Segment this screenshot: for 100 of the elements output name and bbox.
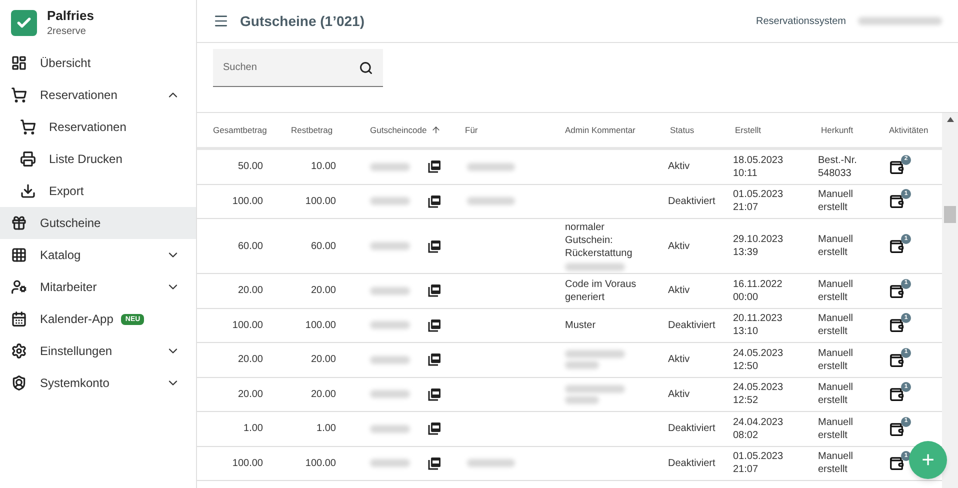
search-icon[interactable]: [359, 61, 373, 75]
app-name: Palfries: [47, 8, 94, 24]
sidebar-item-label: Gutscheine: [40, 215, 101, 232]
column-header[interactable]: Für: [465, 124, 478, 136]
blurred-text: [370, 356, 410, 364]
blurred-text: [467, 162, 515, 171]
table-cell-text: 18.05.2023 10:11: [732, 154, 784, 180]
wallet-icon[interactable]: [889, 160, 904, 175]
blurred-text: [370, 424, 410, 433]
table-cell-text: 50.00: [236, 160, 264, 174]
table-cell-text: Code im Voraus generiert: [565, 278, 638, 304]
column-header[interactable]: Status: [670, 124, 694, 136]
table-cell-text: Deaktiviert: [667, 456, 716, 470]
wallet-icon[interactable]: [889, 194, 904, 210]
grid-icon: [11, 247, 27, 263]
blurred-text: [565, 396, 599, 404]
sidebar-item[interactable]: Übersicht: [0, 47, 196, 79]
table-cell-text: Best.-Nr. 548033: [817, 154, 858, 180]
printer-icon: [20, 151, 36, 167]
sidebar-item-label: Reservationen: [40, 87, 118, 104]
column-header[interactable]: Gesamtbetrag: [213, 124, 267, 136]
table-cell-text: 01.05.2023 21:07: [732, 188, 784, 214]
table-cell-text: Manuell erstellt: [817, 188, 854, 214]
sidebar-item-label: Kalender-App: [40, 311, 114, 328]
wallet-icon[interactable]: [889, 387, 904, 402]
sort-arrow-icon[interactable]: [430, 125, 441, 135]
sidebar-item[interactable]: Einstellungen: [0, 335, 196, 367]
sidebar-item[interactable]: Katalog: [0, 239, 196, 271]
table-cell-text: Deaktiviert: [667, 318, 716, 332]
table-cell-text: 1.00: [242, 422, 264, 436]
gift-icon: [11, 215, 27, 231]
table-cell-text: normaler Gutschein: Rückerstattung: [565, 221, 634, 260]
column-header[interactable]: Restbetrag: [291, 124, 333, 136]
blurred-text: [467, 459, 515, 468]
scrollbar[interactable]: [942, 113, 958, 488]
table-cell-text: Aktiv: [667, 284, 691, 298]
blurred-text: [370, 390, 410, 398]
blurred-text: [370, 286, 410, 295]
table-cell-text: 100.00: [304, 456, 337, 470]
sidebar-item-label: Export: [49, 183, 84, 200]
table-cell-text: 20.00: [236, 388, 264, 401]
column-header[interactable]: Herkunft: [821, 124, 854, 136]
column-header[interactable]: Aktivitäten: [889, 124, 928, 136]
wallet-icon[interactable]: [889, 456, 904, 472]
table-cell-text: Muster: [565, 318, 597, 332]
blurred-text: [467, 197, 515, 206]
table-cell-text: 20.00: [310, 353, 337, 366]
table-cell-text: 20.00: [310, 388, 337, 401]
sidebar-item-label: Einstellungen: [40, 343, 112, 360]
wallet-icon[interactable]: [889, 422, 904, 437]
table-cell-text: 60.00: [236, 240, 264, 252]
wallet-icon[interactable]: [889, 239, 904, 254]
sidebar-item-label: Reservationen: [49, 119, 126, 136]
blurred-text: [565, 361, 599, 370]
scroll-up-icon[interactable]: [946, 117, 954, 122]
table-cell-text: 24.05.2023 12:52: [732, 381, 784, 408]
sidebar-item[interactable]: Mitarbeiter: [0, 271, 196, 303]
sidebar-item[interactable]: Reservationen: [0, 111, 196, 143]
table-cell-text: Manuell erstellt: [817, 416, 854, 442]
blurred-text: [565, 384, 625, 393]
table-cell-text: Manuell erstellt: [817, 233, 854, 259]
column-header[interactable]: Gutscheincode: [370, 124, 427, 136]
table-cell-text: 20.11.2023 13:10: [732, 312, 784, 338]
sidebar-item[interactable]: Reservationen: [0, 79, 196, 111]
sidebar-item[interactable]: Gutscheine: [0, 207, 196, 239]
sidebar-item-label: Systemkonto: [40, 375, 110, 392]
table-cell-text: Manuell erstellt: [817, 381, 854, 408]
blurred-text: [370, 162, 410, 171]
wallet-icon[interactable]: [889, 318, 904, 334]
sidebar-item[interactable]: Systemkonto: [0, 367, 196, 399]
table-cell-text: Deaktiviert: [667, 422, 716, 436]
header-link[interactable]: Reservationssystem: [756, 14, 846, 28]
table-cell-text: 100.00: [231, 194, 264, 208]
table-cell-text: Aktiv: [667, 388, 691, 401]
settings-icon: [11, 343, 27, 359]
column-header[interactable]: Admin Kommentar: [565, 124, 636, 136]
column-header[interactable]: Erstellt: [735, 124, 761, 136]
blurred-text: [565, 263, 625, 271]
table-cell-text: 100.00: [231, 456, 264, 470]
table-cell-text: 1.00: [316, 422, 337, 436]
table-cell-text: Manuell erstellt: [817, 450, 854, 476]
sidebar-item-label: Übersicht: [40, 55, 91, 72]
sidebar-item[interactable]: Liste Drucken: [0, 143, 196, 175]
blurred-text: [370, 197, 410, 206]
blurred-text: [370, 459, 410, 468]
table-cell-text: 60.00: [310, 240, 337, 252]
blurred-text: [370, 242, 410, 250]
scroll-thumb[interactable]: [944, 206, 956, 223]
menu-icon[interactable]: [213, 13, 229, 29]
sidebar-item[interactable]: Export: [0, 175, 196, 207]
table-cell-text: 24.05.2023 12:50: [732, 346, 784, 373]
wallet-icon[interactable]: [889, 284, 904, 299]
search-field[interactable]: Suchen: [213, 49, 383, 87]
table-cell-text: 100.00: [231, 318, 264, 332]
dashboard-icon: [11, 55, 27, 71]
cart-icon: [20, 119, 36, 135]
table-cell-text: 100.00: [304, 318, 337, 332]
app-subtitle: 2reserve: [47, 24, 87, 38]
wallet-icon[interactable]: [889, 352, 904, 368]
sidebar-item-label: Liste Drucken: [49, 151, 122, 168]
